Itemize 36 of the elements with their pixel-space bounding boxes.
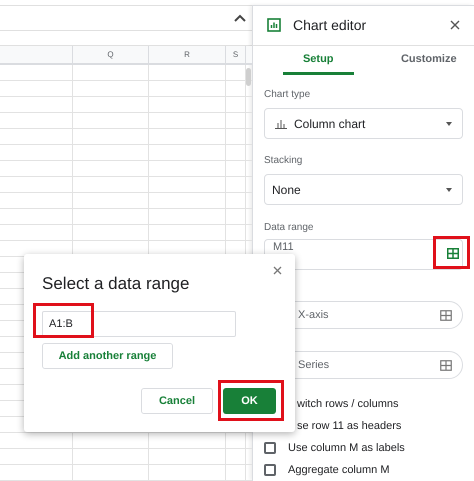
chart-type-dropdown[interactable]: Column chart	[264, 108, 463, 139]
tab[interactable]: Setup	[283, 46, 354, 75]
checkbox-label: Aggregate column M	[288, 462, 390, 478]
highlight-frame	[218, 380, 284, 421]
highlight-frame	[33, 303, 94, 338]
caret-icon	[446, 122, 452, 126]
checkbox[interactable]	[264, 464, 276, 476]
column-header[interactable]: Q	[73, 46, 149, 63]
stacking-dropdown[interactable]: None	[264, 174, 463, 205]
chart-icon	[267, 18, 281, 32]
checkbox[interactable]	[264, 442, 276, 454]
option-label: se row 11 as headers	[296, 418, 402, 434]
column-header[interactable]: S	[226, 46, 246, 63]
ok-button[interactable]: OK	[223, 388, 276, 414]
close-icon[interactable]	[273, 266, 282, 275]
add-range-button[interactable]: Add another range	[42, 343, 173, 369]
checkbox-label: Use column M as labels	[288, 440, 405, 456]
field-label: Data range	[264, 221, 314, 235]
panel-title: Chart editor	[293, 16, 366, 35]
field-label: Chart type	[264, 88, 312, 102]
column-header[interactable]: R	[149, 46, 226, 63]
option-label: witch rows / columns	[296, 396, 400, 412]
grid-icon[interactable]	[447, 248, 459, 259]
grid-icon[interactable]	[440, 360, 452, 370]
range-input[interactable]: A1:B	[42, 311, 236, 337]
collapse-icon[interactable]	[234, 14, 246, 22]
grid-icon[interactable]	[440, 310, 452, 320]
caret-icon	[446, 188, 452, 192]
close-icon[interactable]	[450, 20, 460, 30]
cancel-button[interactable]: Cancel	[141, 388, 213, 414]
tab[interactable]: Customize	[394, 46, 464, 75]
scrollbar[interactable]	[246, 68, 251, 86]
column-chart-icon	[275, 118, 287, 128]
dialog-title: Select a data range	[42, 273, 190, 295]
highlight-frame	[433, 236, 470, 269]
field-label: Stacking	[264, 154, 304, 168]
